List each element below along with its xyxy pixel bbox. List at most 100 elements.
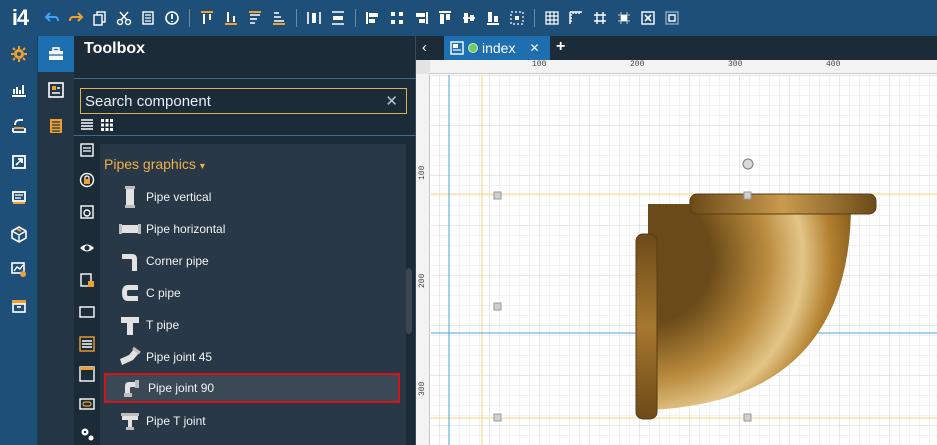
align-top-alt-icon[interactable] <box>244 7 266 29</box>
c-pipe-icon <box>116 282 144 304</box>
caret-down-icon: ▾ <box>199 161 205 172</box>
toolbar-separator <box>355 9 356 27</box>
link-category-icon[interactable] <box>79 396 95 412</box>
book-category-icon[interactable] <box>79 272 95 288</box>
toolbox-title: Toolbox <box>84 40 146 57</box>
main-toolbar: i4 <box>0 0 937 36</box>
ruler-label: 400 <box>826 60 841 69</box>
page-icon <box>450 41 464 55</box>
pipe-joint-90-icon <box>118 377 146 399</box>
export-icon[interactable] <box>0 144 38 180</box>
item-label: Pipe vertical <box>146 190 212 204</box>
pipe-joint-45-icon <box>116 346 144 368</box>
category-header[interactable]: Pipes graphics ▾ <box>104 156 205 172</box>
tab-label: index <box>482 40 516 56</box>
distribute-horizontal-icon[interactable] <box>303 7 325 29</box>
ruler-label: 200 <box>630 60 645 69</box>
copy-icon[interactable] <box>89 7 111 29</box>
app-logo: i4 <box>11 5 29 30</box>
components-icon[interactable] <box>38 72 74 108</box>
ruler-label: 300 <box>728 60 743 69</box>
grid-view-icon[interactable] <box>100 118 114 132</box>
delete-icon[interactable] <box>137 7 159 29</box>
item-label: Corner pipe <box>146 254 209 268</box>
panel-category-icon[interactable] <box>79 366 95 382</box>
import-icon[interactable] <box>0 108 38 144</box>
list-item-pipe-horizontal[interactable]: Pipe horizontal <box>104 214 400 244</box>
app-window: i4 Toolbox Search component ✕ Pipes grap… <box>0 0 937 445</box>
layout-icon[interactable] <box>661 7 683 29</box>
toolbar-separator <box>534 9 535 27</box>
design-canvas[interactable]: 100 200 300 400 100 200 300 <box>416 60 937 445</box>
list-item-pipe-t-joint[interactable]: Pipe T joint <box>104 406 400 436</box>
zoom-fit-icon[interactable] <box>637 7 659 29</box>
align-bottom-alt-icon[interactable] <box>268 7 290 29</box>
align-right-icon[interactable] <box>410 7 432 29</box>
t-pipe-icon <box>116 314 144 336</box>
toolbox-panel: Toolbox ✕ Pipes graphics▾ <box>74 36 416 445</box>
divider <box>74 78 416 79</box>
ruler-label: 100 <box>532 60 547 69</box>
snap-grid-icon[interactable] <box>589 7 611 29</box>
item-label: Pipe horizontal <box>146 222 226 236</box>
window-category-icon[interactable] <box>79 304 95 320</box>
ruler-label: 100 <box>418 165 427 180</box>
distribute-vertical-icon[interactable] <box>327 7 349 29</box>
undo-icon[interactable] <box>41 7 63 29</box>
table-category-icon[interactable] <box>79 336 95 352</box>
snap-object-icon[interactable] <box>613 7 635 29</box>
align-top-icon[interactable] <box>196 7 218 29</box>
ruler-vertical: 100 200 300 <box>416 74 430 445</box>
lock-category-icon[interactable] <box>79 172 95 188</box>
info-icon[interactable] <box>161 7 183 29</box>
gears-category-icon[interactable] <box>79 426 95 442</box>
document-icon[interactable] <box>38 108 74 144</box>
align-center-icon[interactable] <box>386 7 408 29</box>
align-bottom-icon[interactable] <box>220 7 242 29</box>
search-box: ✕ <box>80 88 407 114</box>
pipe-vertical-icon <box>116 186 144 208</box>
center-icon[interactable] <box>506 7 528 29</box>
archive-icon[interactable] <box>0 288 38 324</box>
align-bottom-edge-icon[interactable] <box>482 7 504 29</box>
settings-icon[interactable] <box>0 36 38 72</box>
list-item-t-pipe[interactable]: T pipe <box>104 310 400 340</box>
category-icons <box>74 136 100 445</box>
pipe-horizontal-icon <box>116 218 144 240</box>
package-icon[interactable] <box>0 216 38 252</box>
monitor-icon[interactable] <box>0 180 38 216</box>
item-label: T pipe <box>146 318 180 332</box>
list-category-icon[interactable] <box>79 142 95 158</box>
align-middle-icon[interactable] <box>458 7 480 29</box>
toolbox-scrollbar[interactable] <box>406 268 412 334</box>
list-item-pipe-joint-90[interactable]: Pipe joint 90 <box>104 373 400 403</box>
list-item-pipe-joint-45[interactable]: Pipe joint 45 <box>104 342 400 372</box>
item-label: C pipe <box>146 286 181 300</box>
list-item-corner-pipe[interactable]: Corner pipe <box>104 246 400 276</box>
tab-bar: ‹ index ✕ + <box>416 36 937 60</box>
align-left-icon[interactable] <box>362 7 384 29</box>
list-item-c-pipe[interactable]: C pipe <box>104 278 400 308</box>
close-tab-icon[interactable]: ✕ <box>529 41 539 55</box>
redo-icon[interactable] <box>65 7 87 29</box>
cut-icon[interactable] <box>113 7 135 29</box>
tab-index[interactable]: index ✕ <box>444 36 550 60</box>
status-dot <box>468 43 478 53</box>
add-tab-icon[interactable]: + <box>556 38 565 56</box>
analytics-gear-icon[interactable] <box>0 252 38 288</box>
toolbox-icon[interactable] <box>38 36 74 72</box>
eye-category-icon[interactable] <box>79 240 95 256</box>
align-top-edge-icon[interactable] <box>434 7 456 29</box>
chevron-left-icon[interactable]: ‹ <box>422 39 427 56</box>
list-view-icon[interactable] <box>80 118 94 132</box>
grid-icon[interactable] <box>541 7 563 29</box>
dashboard-icon[interactable] <box>0 72 38 108</box>
clear-search-icon[interactable]: ✕ <box>385 92 398 110</box>
secondary-rail <box>38 36 74 445</box>
divider <box>74 135 416 136</box>
search-input[interactable] <box>85 91 370 111</box>
list-item-pipe-vertical[interactable]: Pipe vertical <box>104 182 400 212</box>
ruler-icon[interactable] <box>565 7 587 29</box>
toolbar-separator <box>296 9 297 27</box>
gauge-category-icon[interactable] <box>79 204 95 220</box>
